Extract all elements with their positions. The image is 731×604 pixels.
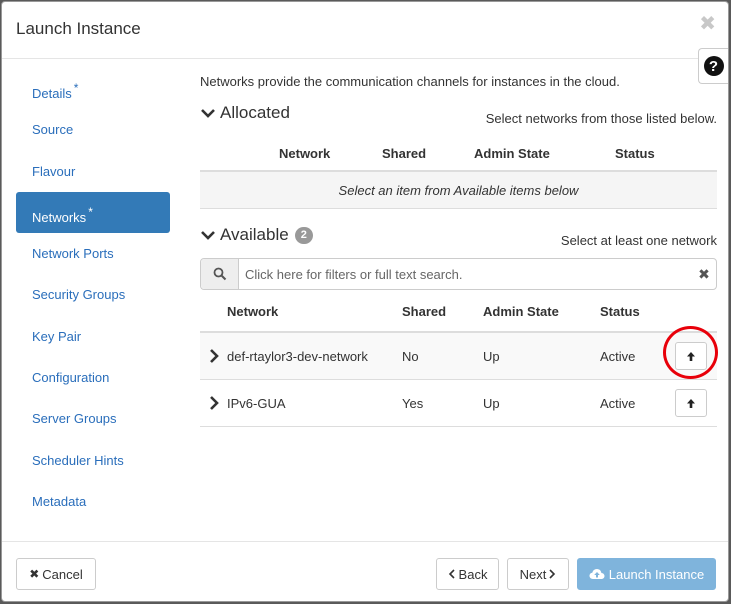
chevron-right-icon xyxy=(210,396,219,410)
sidebar-item-label: Metadata xyxy=(32,493,87,509)
sidebar-item-key-pair[interactable]: Key Pair xyxy=(16,316,170,357)
allocate-button[interactable] xyxy=(675,342,707,370)
sidebar-item-networks[interactable]: Networks * xyxy=(16,191,170,234)
allocated-toggle[interactable]: Allocated xyxy=(200,103,290,123)
available-toggle[interactable]: Available 2 xyxy=(200,225,313,245)
allocated-hint: Select networks from those listed below. xyxy=(485,111,717,126)
cell-network: IPv6-GUA xyxy=(227,379,402,427)
cell-status: Active xyxy=(600,379,660,427)
launch-instance-modal: Launch Instance ✖ ? Details * Source Flav… xyxy=(1,1,729,602)
sidebar-item-label: Flavour xyxy=(32,163,76,179)
search-input[interactable] xyxy=(239,259,692,289)
launch-label: Launch Instance xyxy=(608,566,705,582)
allocated-table: Network Shared Admin State Status Select… xyxy=(200,137,717,209)
available-title: Available xyxy=(220,225,289,244)
wizard-sidebar: Details * Source Flavour Networks * Networ… xyxy=(16,68,170,522)
sidebar-item-details[interactable]: Details * xyxy=(16,68,170,109)
clear-search-icon[interactable]: ✖ xyxy=(692,259,716,289)
sidebar-item-label: Key Pair xyxy=(32,328,82,344)
sidebar-item-metadata[interactable]: Metadata xyxy=(16,481,170,522)
arrow-up-icon xyxy=(687,351,695,361)
sidebar-item-label: Scheduler Hints xyxy=(32,452,124,468)
back-button[interactable]: Back xyxy=(436,558,499,590)
column-header-status[interactable]: Status xyxy=(615,137,717,172)
launch-instance-button[interactable]: Launch Instance xyxy=(577,558,716,590)
cell-admin-state: Up xyxy=(483,332,600,380)
chevron-down-icon xyxy=(201,231,215,240)
column-header-status[interactable]: Status xyxy=(600,291,660,333)
sidebar-item-security-groups[interactable]: Security Groups xyxy=(16,274,170,315)
cell-admin-state: Up xyxy=(483,379,600,427)
table-row: IPv6-GUA Yes Up Active xyxy=(200,379,717,427)
sidebar-item-configuration[interactable]: Configuration xyxy=(16,357,170,398)
sidebar-item-source[interactable]: Source xyxy=(16,109,170,150)
cell-shared: Yes xyxy=(402,379,483,427)
modal-header: Launch Instance ✖ xyxy=(2,2,728,59)
help-icon: ? xyxy=(703,56,724,76)
available-count-badge: 2 xyxy=(294,226,313,244)
column-header-network[interactable]: Network xyxy=(279,137,382,172)
required-marker: * xyxy=(88,204,93,219)
allocated-empty-message: Select an item from Available items belo… xyxy=(200,171,717,209)
search-icon-addon xyxy=(201,259,239,289)
column-header-admin-state[interactable]: Admin State xyxy=(474,137,615,172)
chevron-left-icon xyxy=(448,569,455,579)
sidebar-item-label: Source xyxy=(32,122,74,138)
help-button[interactable]: ? xyxy=(698,48,728,84)
sidebar-item-label: Network Ports xyxy=(32,246,114,262)
allocated-title: Allocated xyxy=(220,103,290,122)
sidebar-item-network-ports[interactable]: Network Ports xyxy=(16,233,170,274)
sidebar-item-label: Security Groups xyxy=(32,287,126,303)
cancel-label: Cancel xyxy=(42,566,83,582)
modal-footer: ✖ Cancel Back Next Launch Instance xyxy=(2,541,728,601)
table-row: def-rtaylor3-dev-network No Up Active xyxy=(200,332,717,380)
chevron-right-icon xyxy=(210,349,219,363)
next-label: Next xyxy=(519,566,547,582)
close-icon[interactable]: ✖ xyxy=(699,14,716,34)
chevron-right-icon xyxy=(549,569,556,579)
next-button[interactable]: Next xyxy=(507,558,569,590)
close-icon: ✖ xyxy=(29,567,40,581)
row-expander[interactable] xyxy=(200,379,227,427)
sidebar-item-label: Details xyxy=(32,86,72,101)
allocate-button[interactable] xyxy=(675,389,707,417)
cell-shared: No xyxy=(402,332,483,380)
available-hint: Select at least one network xyxy=(560,233,717,248)
column-header-network[interactable]: Network xyxy=(227,291,402,333)
column-header-shared[interactable]: Shared xyxy=(402,291,483,333)
cell-network: def-rtaylor3-dev-network xyxy=(227,332,402,380)
cloud-upload-icon xyxy=(589,569,605,579)
row-expander[interactable] xyxy=(200,332,227,380)
available-table: Network Shared Admin State Status def-rt… xyxy=(200,291,717,427)
cell-status: Active xyxy=(600,332,660,380)
sidebar-item-flavour[interactable]: Flavour xyxy=(16,151,170,192)
sidebar-item-label: Configuration xyxy=(32,370,110,386)
sidebar-item-scheduler-hints[interactable]: Scheduler Hints xyxy=(16,440,170,481)
intro-text: Networks provide the communication chann… xyxy=(200,74,620,89)
sidebar-item-label: Server Groups xyxy=(32,411,117,427)
column-header-admin-state[interactable]: Admin State xyxy=(483,291,600,333)
required-marker: * xyxy=(73,81,79,95)
search-icon xyxy=(213,267,226,281)
arrow-up-icon xyxy=(687,398,695,408)
chevron-down-icon xyxy=(201,109,215,118)
cancel-button[interactable]: ✖ Cancel xyxy=(16,558,96,590)
modal-title: Launch Instance xyxy=(16,19,141,38)
sidebar-item-server-groups[interactable]: Server Groups xyxy=(16,398,170,439)
search-bar: ✖ xyxy=(200,258,717,290)
sidebar-item-label: Networks xyxy=(32,209,87,225)
back-label: Back xyxy=(458,566,488,582)
column-header-shared[interactable]: Shared xyxy=(382,137,474,172)
